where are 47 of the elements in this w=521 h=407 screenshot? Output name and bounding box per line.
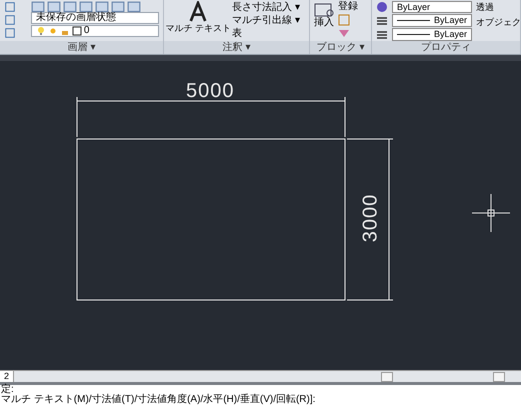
color-swatch-icon[interactable] — [72, 26, 82, 36]
color-wheel-icon[interactable] — [376, 1, 388, 13]
panel-title[interactable]: 注釈 ▾ — [164, 41, 309, 54]
layer-state-dropdown[interactable]: 未保存の画層状態 — [30, 12, 159, 24]
annotation-tool[interactable]: 長さ寸法記入 ▾ — [232, 1, 300, 14]
layer-state-label: 未保存の画層状態 — [36, 13, 116, 23]
layer-tool-icon[interactable] — [46, 1, 61, 11]
linetype-dropdown[interactable]: ByLayer — [392, 14, 472, 27]
sun-icon[interactable] — [48, 26, 58, 36]
scroll-right-button[interactable] — [493, 372, 505, 382]
layer-tool-icon[interactable] — [126, 1, 141, 11]
command-line-text: 定: — [1, 385, 15, 395]
attribute-icon[interactable] — [338, 27, 350, 39]
dimension-text: 3000 — [360, 194, 380, 242]
lightbulb-icon[interactable] — [36, 26, 46, 36]
linetype-dropdown[interactable]: ByLayer — [392, 28, 472, 41]
annotation-tool[interactable]: マルチ引出線 ▾ — [232, 14, 300, 27]
annotation-tool[interactable]: 表 — [232, 27, 300, 40]
layer-name: 0 — [84, 26, 90, 36]
lineweight-icon[interactable] — [376, 16, 388, 26]
create-block-tool[interactable]: 登録 — [338, 1, 358, 13]
block-editor-icon[interactable] — [338, 14, 350, 26]
multiline-text-button[interactable]: マルチ テキスト — [168, 1, 228, 34]
color-dropdown[interactable]: ByLayer — [392, 1, 472, 13]
layer-dropdown[interactable]: 0 — [30, 25, 159, 37]
panel-title[interactable]: ブロック ▾ — [310, 41, 371, 54]
letter-a-icon[interactable] — [189, 1, 207, 23]
layer-tool-icon[interactable] — [30, 1, 45, 11]
property-tool[interactable]: オブジェク — [476, 16, 520, 28]
layer-tool-icon[interactable] — [94, 1, 109, 11]
crosshair-cursor — [472, 194, 510, 232]
layer-tool-icon[interactable] — [62, 1, 77, 11]
layout-tab[interactable]: 2 — [0, 371, 14, 382]
panel-title[interactable]: 画層 ▾ — [0, 41, 163, 54]
tool-icon[interactable] — [4, 27, 16, 39]
layer-tool-icon[interactable] — [110, 1, 125, 11]
tool-icon[interactable] — [4, 1, 16, 13]
lineweight-icon[interactable] — [376, 30, 388, 40]
panel-title[interactable]: プロパティ — [372, 41, 520, 54]
dimension-text: 5000 — [186, 81, 234, 101]
property-tool[interactable]: 透過 — [476, 1, 520, 13]
scroll-left-button[interactable] — [381, 372, 393, 382]
insert-block-icon[interactable] — [314, 1, 334, 17]
insert-button[interactable]: 挿入 — [314, 1, 334, 29]
command-line-text: マルチ テキスト(M)/寸法値(T)/寸法値角度(A)/水平(H)/垂直(V)/回転(R)]: — [1, 395, 316, 405]
tool-icon[interactable] — [4, 14, 16, 26]
layer-tool-icon[interactable] — [78, 1, 93, 11]
